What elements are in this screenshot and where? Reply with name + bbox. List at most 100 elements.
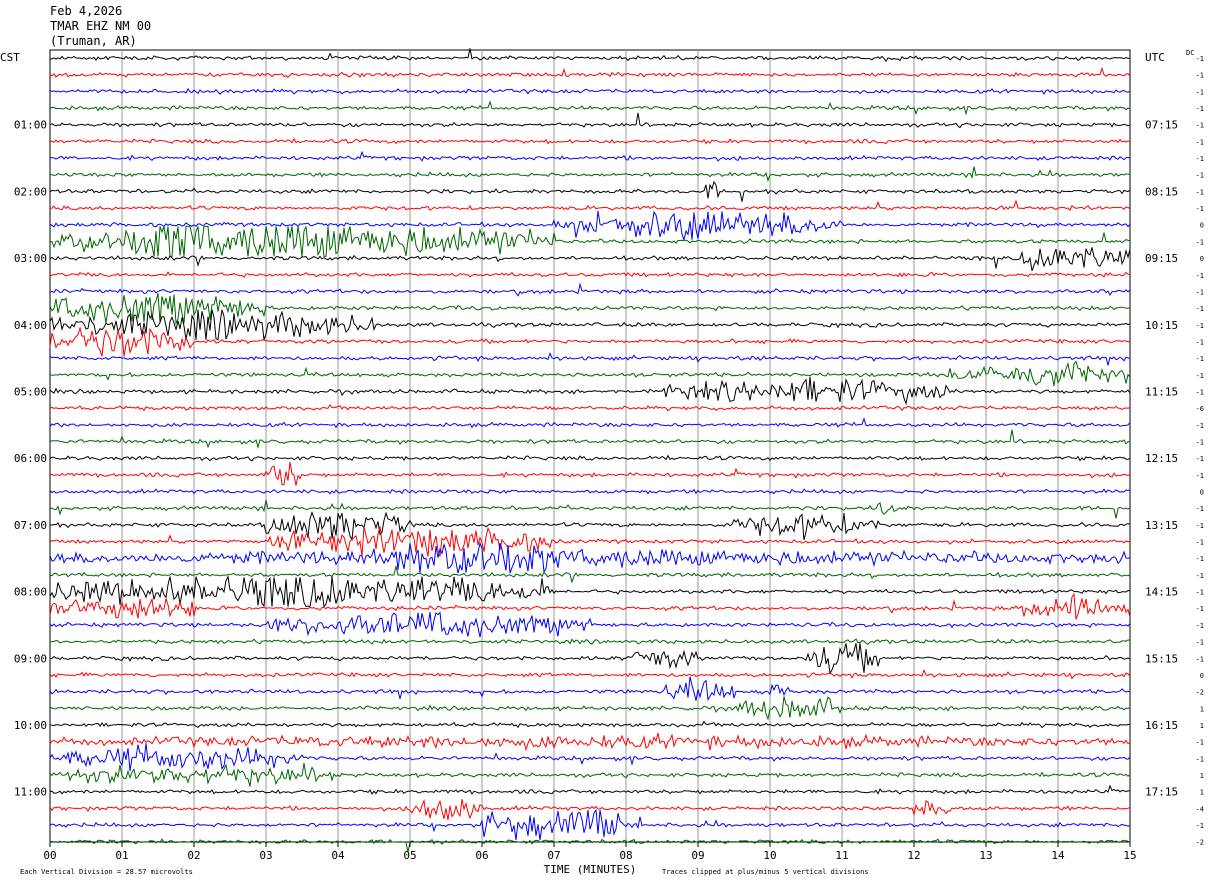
seismic-trace: [49, 454, 1131, 462]
dc-offset-label: -1: [1196, 589, 1204, 597]
seismic-trace: [49, 225, 1131, 258]
right-time-label: 14:15: [1145, 586, 1178, 599]
seismic-trace: [49, 166, 1131, 183]
dc-offset-label: -1: [1196, 172, 1204, 180]
seismic-trace: [49, 526, 1131, 557]
dc-offset-label: -1: [1196, 288, 1204, 296]
footer-clip-note: Traces clipped at plus/minus 5 vertical …: [662, 868, 869, 876]
left-time-label: 09:00: [14, 652, 47, 665]
seismic-trace: [49, 488, 1131, 495]
left-time-label: 10:00: [14, 719, 47, 732]
seismic-trace: [49, 499, 1131, 519]
left-time-label: 11:00: [14, 786, 47, 799]
right-time-label: 09:15: [1145, 252, 1178, 265]
dc-offset-label: -1: [1196, 305, 1204, 313]
seismic-trace: [49, 798, 1131, 821]
dc-offset-label: -1: [1196, 505, 1204, 513]
seismic-trace: [49, 574, 1131, 608]
seismic-trace: [49, 541, 1131, 574]
seismic-trace: [49, 732, 1131, 752]
dc-header: DC: [1186, 49, 1194, 57]
left-time-label: 03:00: [14, 252, 47, 265]
dc-offset-label: -1: [1196, 72, 1204, 80]
x-tick-label: 09: [691, 849, 704, 862]
seismic-trace: [49, 838, 1131, 853]
footer-scale-note: Each Vertical Division = 28.57 microvolt…: [20, 868, 193, 876]
dc-offset-label: -1: [1196, 522, 1204, 530]
seismic-trace: [49, 676, 1131, 702]
seismic-trace: [49, 638, 1131, 645]
dc-offset-label: -1: [1196, 138, 1204, 146]
dc-offset-label: -1: [1196, 438, 1204, 446]
dc-offset-label: -1: [1196, 422, 1204, 430]
dc-offset-label: -1: [1196, 122, 1204, 130]
dc-offset-label: -1: [1196, 338, 1204, 346]
dc-offset-label: -1: [1196, 272, 1204, 280]
seismic-trace: [49, 247, 1131, 271]
dc-offset-label: -1: [1196, 188, 1204, 196]
left-time-label: 06:00: [14, 452, 47, 465]
seismic-trace: [49, 461, 1131, 486]
seismic-trace: [49, 763, 1131, 787]
seismic-trace: [49, 100, 1131, 116]
x-tick-label: 05: [403, 849, 416, 862]
dc-offset-label: -2: [1196, 839, 1204, 847]
dc-offset-label: -1: [1196, 739, 1204, 747]
left-time-label: 02:00: [14, 185, 47, 198]
seismic-trace: [49, 210, 1131, 242]
dc-offset-label: -1: [1196, 572, 1204, 580]
seismic-trace: [49, 743, 1131, 772]
x-tick-label: 12: [907, 849, 920, 862]
dc-offset-label: 0: [1200, 255, 1204, 263]
seismic-trace: [49, 565, 1131, 584]
dc-offset-label: -1: [1196, 88, 1204, 96]
x-tick-label: 08: [619, 849, 632, 862]
x-tick-label: 07: [547, 849, 560, 862]
right-axis-label: UTC: [1145, 51, 1165, 64]
left-time-label: 04:00: [14, 319, 47, 332]
seismic-trace: [49, 668, 1131, 680]
x-tick-label: 13: [979, 849, 992, 862]
dc-offset-label: 1: [1200, 705, 1204, 713]
seismic-trace: [49, 429, 1131, 450]
x-tick-label: 02: [187, 849, 200, 862]
left-time-label: 05:00: [14, 385, 47, 398]
seismic-trace: [49, 784, 1131, 795]
seismic-trace: [49, 696, 1131, 721]
right-time-label: 12:15: [1145, 452, 1178, 465]
seismic-trace: [49, 720, 1131, 729]
dc-offset-label: 0: [1200, 222, 1204, 230]
seismic-trace: [49, 199, 1131, 212]
dc-offset-label: -1: [1196, 605, 1204, 613]
seismic-trace: [49, 112, 1131, 129]
seismic-trace: [49, 808, 1131, 841]
left-time-label: 07:00: [14, 519, 47, 532]
seismic-trace: [49, 360, 1131, 387]
dc-offset-label: -6: [1196, 405, 1204, 413]
x-axis-title: TIME (MINUTES): [544, 863, 637, 876]
seismic-trace: [49, 137, 1131, 145]
dc-offset-label: -1: [1196, 105, 1204, 113]
dc-offset-label: -1: [1196, 755, 1204, 763]
dc-offset-label: -1: [1196, 555, 1204, 563]
x-tick-label: 15: [1123, 849, 1136, 862]
dc-offset-label: -1: [1196, 388, 1204, 396]
dc-offset-label: 1: [1200, 789, 1204, 797]
seismic-trace: [49, 404, 1131, 412]
seismic-trace: [49, 417, 1131, 429]
seismic-trace: [49, 66, 1131, 78]
seismic-trace: [49, 643, 1131, 675]
right-time-label: 16:15: [1145, 719, 1178, 732]
dc-offset-label: -1: [1196, 205, 1204, 213]
seismic-trace: [49, 352, 1131, 366]
dc-offset-label: 0: [1200, 672, 1204, 680]
x-tick-label: 03: [259, 849, 272, 862]
dc-offset-label: -1: [1196, 639, 1204, 647]
right-time-label: 11:15: [1145, 385, 1178, 398]
helicorder-plot: CST UTC DC 01:00 02:00 03:00 04:00 05:00 06:00 07…: [0, 48, 1204, 876]
seismic-trace: [49, 87, 1131, 95]
left-time-label: 08:00: [14, 586, 47, 599]
left-time-label: 01:00: [14, 119, 47, 132]
seismic-trace: [49, 180, 1131, 202]
dc-offset-label: -1: [1196, 372, 1204, 380]
